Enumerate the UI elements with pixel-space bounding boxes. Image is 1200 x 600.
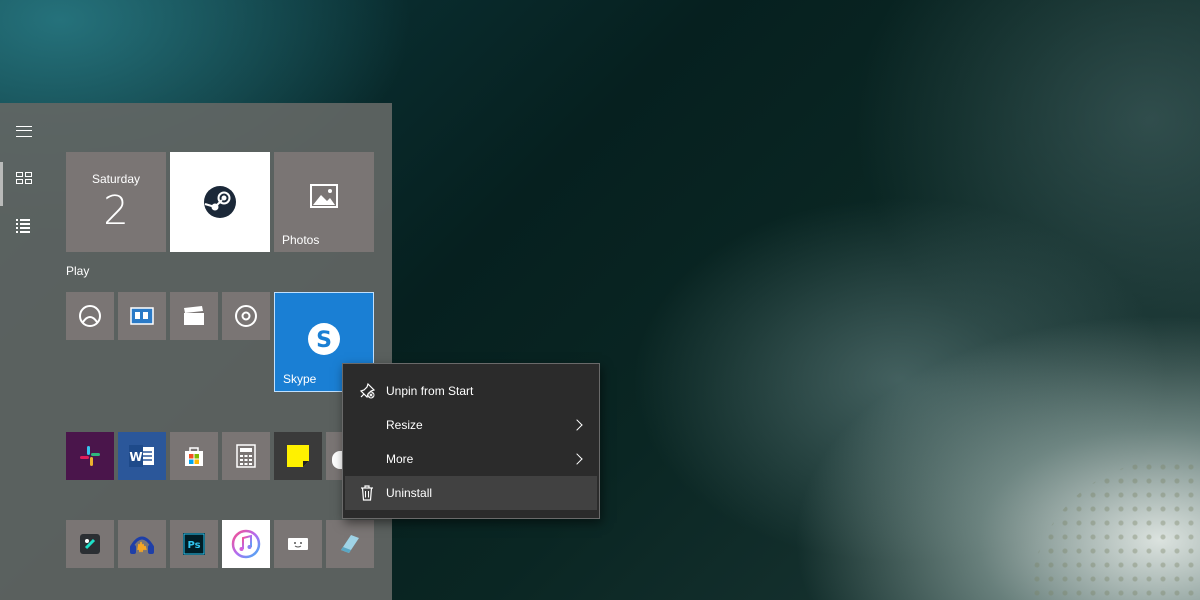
xbox-icon [79, 305, 101, 327]
slack-icon [80, 446, 100, 466]
partial-tile[interactable] [326, 432, 342, 480]
game-tile[interactable] [274, 520, 322, 568]
sticky-notes-tile[interactable] [274, 432, 322, 480]
itunes-icon [231, 529, 261, 559]
skype-label: Skype [283, 372, 317, 386]
filmora-tile[interactable] [66, 520, 114, 568]
menu-item-label: Resize [386, 418, 423, 432]
group-label-play: Play [66, 264, 90, 278]
steam-icon [204, 186, 236, 218]
menu-item-more[interactable]: More [345, 442, 597, 476]
menu-item-uninstall[interactable]: Uninstall [345, 476, 597, 510]
audacity-tile[interactable] [118, 520, 166, 568]
game-icon [288, 538, 308, 550]
steam-tile[interactable] [170, 152, 270, 252]
xbox-tile[interactable] [66, 292, 114, 340]
svg-text:Ps: Ps [187, 540, 200, 551]
partial-app-icon [332, 451, 342, 469]
hamburger-button[interactable] [0, 111, 48, 151]
photos-icon [310, 184, 338, 208]
start-menu: Saturday 2 Photos Play S Skype W Ps [0, 103, 392, 600]
unpin-icon [359, 383, 375, 399]
eraser-icon [341, 535, 359, 553]
solitaire-icon [130, 307, 154, 325]
calculator-tile[interactable] [222, 432, 270, 480]
calendar-date: 2 [103, 188, 129, 234]
menu-item-label: Uninstall [386, 486, 433, 500]
photoshop-icon: Ps [183, 533, 205, 555]
store-icon [185, 447, 203, 466]
word-tile[interactable]: W [118, 432, 166, 480]
movies-icon [184, 306, 204, 325]
filmora-icon [80, 534, 100, 554]
groove-music-icon [235, 305, 257, 327]
app-list-icon [16, 219, 32, 233]
solitaire-tile[interactable] [118, 292, 166, 340]
eraser-tile[interactable] [326, 520, 374, 568]
itunes-tile[interactable] [222, 520, 270, 568]
start-rail [0, 103, 48, 600]
photos-label: Photos [282, 233, 320, 247]
slack-tile[interactable] [66, 432, 114, 480]
groove-music-tile[interactable] [222, 292, 270, 340]
word-icon: W [129, 445, 154, 467]
calculator-icon [236, 444, 256, 468]
all-tiles-button[interactable] [0, 158, 48, 206]
chevron-right-icon [571, 419, 583, 431]
audacity-icon [130, 536, 154, 554]
menu-item-label: More [386, 452, 414, 466]
store-tile[interactable] [170, 432, 218, 480]
menu-item-unpin[interactable]: Unpin from Start [345, 374, 597, 408]
context-menu: Unpin from Start Resize More Uninstall [342, 363, 600, 519]
menu-item-resize[interactable]: Resize [345, 408, 597, 442]
skype-icon: S [308, 323, 340, 355]
photos-tile[interactable]: Photos [274, 152, 374, 252]
trash-icon [359, 485, 375, 501]
sticky-notes-icon [287, 445, 309, 467]
menu-item-label: Unpin from Start [386, 384, 474, 398]
calendar-tile[interactable]: Saturday 2 [66, 152, 166, 252]
app-list-button[interactable] [0, 206, 48, 246]
svg-text:S: S [316, 328, 332, 353]
movies-tile[interactable] [170, 292, 218, 340]
hamburger-icon [16, 125, 32, 137]
svg-text:W: W [129, 450, 142, 464]
wallpaper-flower [1030, 460, 1200, 600]
calendar-day: Saturday [91, 172, 141, 186]
all-tiles-icon [16, 172, 32, 184]
chevron-right-icon [571, 453, 583, 465]
photoshop-tile[interactable]: Ps [170, 520, 218, 568]
